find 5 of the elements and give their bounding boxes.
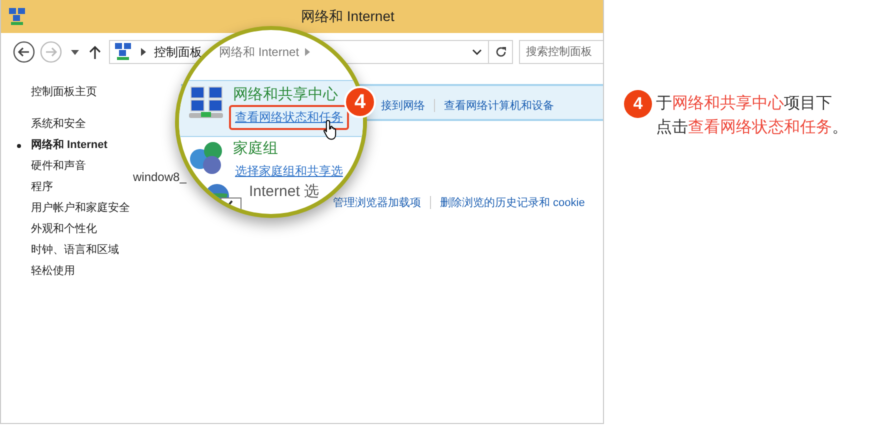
instruction-line: 点击查看网络状态和任务。 (656, 118, 848, 138)
instruction-line: 于网络和共享中心项目下 (656, 94, 832, 114)
window-title: 网络和 Internet (301, 8, 394, 26)
caption-text: window8_ (133, 170, 186, 184)
step-badge: 4 (624, 90, 652, 118)
